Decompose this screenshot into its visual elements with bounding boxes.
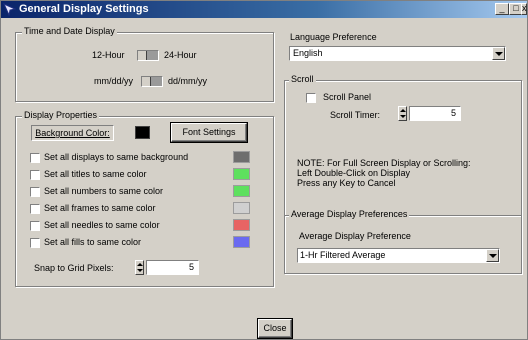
snap-to-grid-label: Snap to Grid Pixels:: [34, 263, 114, 273]
close-window-button[interactable]: x: [521, 3, 527, 15]
language-preference-label: Language Preference: [290, 32, 377, 42]
scroll-panel-checkbox[interactable]: [306, 93, 316, 103]
snap-grid-spinner[interactable]: [135, 260, 144, 275]
time-date-group-label: Time and Date Display: [22, 26, 117, 36]
background-color-button[interactable]: Background Color:: [31, 125, 114, 141]
language-selected-value: English: [293, 48, 323, 58]
clock-24-hour-label: 24-Hour: [164, 50, 197, 60]
maximize-icon: □: [513, 3, 519, 13]
clock-toggle-knob[interactable]: [138, 51, 147, 60]
average-preference-label: Average Display Preference: [299, 231, 411, 241]
average-preference-select[interactable]: 1-Hr Filtered Average: [297, 248, 500, 263]
checkbox-same-number-color[interactable]: [30, 187, 40, 197]
average-selected-value: 1-Hr Filtered Average: [300, 250, 386, 260]
background-color-label: Background Color:: [35, 128, 110, 138]
chevron-down-icon[interactable]: [486, 249, 499, 262]
minimize-button[interactable]: _: [495, 3, 509, 15]
date-mmddyy-label: mm/dd/yy: [94, 76, 134, 86]
swatch-titles[interactable]: [233, 168, 250, 180]
checkbox-same-needle-color[interactable]: [30, 221, 40, 231]
swatch-needles[interactable]: [233, 219, 250, 231]
swatch-frames[interactable]: [233, 202, 250, 214]
minimize-icon: _: [499, 3, 505, 13]
checkbox-same-frame-color[interactable]: [30, 204, 40, 214]
option-label-titles: Set all titles to same color: [44, 169, 147, 179]
scroll-timer-input[interactable]: 5: [409, 106, 461, 121]
checkbox-same-fill-color[interactable]: [30, 238, 40, 248]
swatch-numbers[interactable]: [233, 185, 250, 197]
swatch-fills[interactable]: [233, 236, 250, 248]
scroll-panel-label: Scroll Panel: [323, 92, 372, 102]
date-toggle-knob[interactable]: [142, 77, 151, 86]
scroll-timer-spinner[interactable]: [398, 106, 407, 121]
settings-app-icon: [3, 3, 16, 16]
title-bar[interactable]: General Display Settings _ □ x: [1, 1, 527, 18]
option-label-same-background: Set all displays to same background: [44, 152, 189, 162]
average-display-group: Average Display Preferences: [284, 209, 522, 274]
background-color-swatch[interactable]: [135, 126, 150, 139]
option-label-numbers: Set all numbers to same color: [44, 186, 164, 196]
scroll-note-line3: Press any Key to Cancel: [297, 178, 396, 188]
chevron-down-icon[interactable]: [492, 47, 505, 60]
window-title: General Display Settings: [19, 3, 149, 15]
scroll-group-label: Scroll: [289, 74, 316, 84]
option-label-frames: Set all frames to same color: [44, 203, 156, 213]
scroll-timer-label: Scroll Timer:: [330, 110, 381, 120]
close-button-label: Close: [263, 323, 287, 333]
option-label-fills: Set all fills to same color: [44, 237, 142, 247]
display-properties-group-label: Display Properties: [22, 110, 100, 120]
date-format-toggle[interactable]: [141, 76, 163, 87]
settings-window: General Display Settings _ □ x Time and …: [0, 0, 528, 340]
date-ddmmyy-label: dd/mm/yy: [168, 76, 208, 86]
snap-grid-value: 5: [188, 262, 194, 272]
average-display-group-label: Average Display Preferences: [289, 209, 410, 219]
clock-12-hour-label: 12-Hour: [92, 50, 125, 60]
option-label-needles: Set all needles to same color: [44, 220, 160, 230]
checkbox-same-title-color[interactable]: [30, 170, 40, 180]
close-button[interactable]: Close: [257, 318, 293, 339]
snap-grid-input[interactable]: 5: [146, 260, 199, 275]
time-date-group: Time and Date Display: [15, 26, 274, 102]
language-select[interactable]: English: [289, 46, 506, 61]
close-icon: x: [522, 3, 527, 13]
clock-format-toggle[interactable]: [137, 50, 159, 61]
checkbox-same-background[interactable]: [30, 153, 40, 163]
font-settings-button[interactable]: Font Settings: [170, 122, 248, 143]
font-settings-label: Font Settings: [182, 127, 236, 137]
scroll-timer-value: 5: [450, 108, 456, 118]
swatch-background[interactable]: [233, 151, 250, 163]
